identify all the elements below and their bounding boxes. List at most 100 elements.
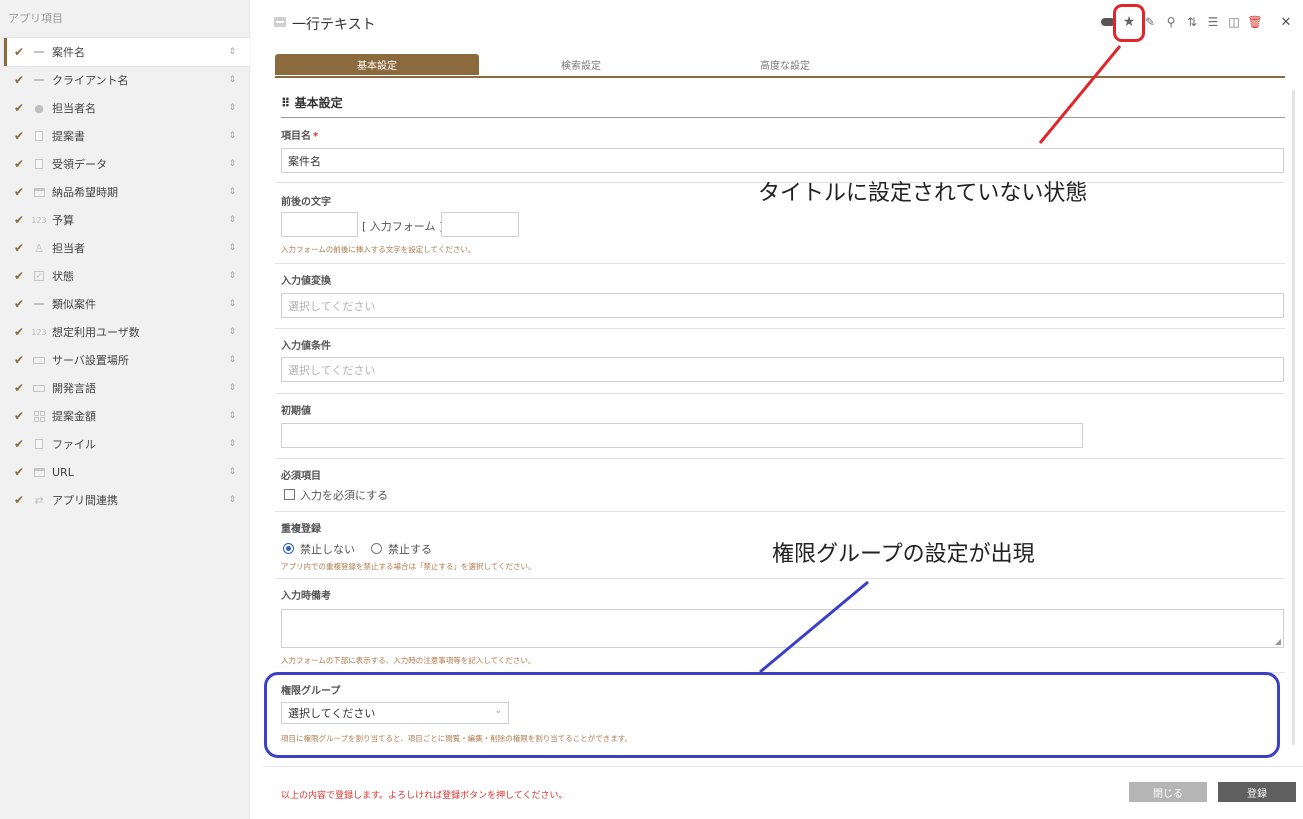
sort-handle-icon[interactable]: ⇕: [228, 271, 236, 281]
document-icon: [32, 439, 46, 449]
sort-handle-icon[interactable]: ⇕: [228, 243, 236, 253]
sidebar-item-5[interactable]: ✔ 納品希望時期 ⇕: [4, 178, 250, 206]
save-button[interactable]: 登録: [1218, 782, 1296, 802]
sidebar-item-label: 納品希望時期: [52, 186, 118, 199]
sidebar-item-label: 受領データ: [52, 158, 107, 171]
sort-handle-icon[interactable]: ⇕: [228, 467, 236, 477]
sort-handle-icon[interactable]: ⇕: [228, 215, 236, 225]
check-icon: ✔: [14, 241, 25, 255]
text-line-icon: [32, 303, 46, 305]
required-mark: *: [313, 131, 319, 142]
required-checkbox[interactable]: [284, 489, 295, 500]
number-icon: 123: [31, 327, 47, 337]
divider: [275, 511, 1285, 512]
sidebar-title: アプリ項目: [8, 12, 63, 25]
footer-divider: [263, 766, 1303, 767]
sidebar-item-14[interactable]: ✔ ファイル ⇕: [4, 430, 250, 458]
tab-search-settings[interactable]: 検索設定: [479, 54, 683, 75]
sort-handle-icon[interactable]: ⇕: [228, 411, 236, 421]
sort-handle-icon[interactable]: ⇕: [228, 187, 236, 197]
note-textarea[interactable]: ◢: [281, 609, 1284, 648]
duplicate-label: 重複登録: [281, 524, 321, 535]
sort-handle-icon[interactable]: ⇕: [228, 299, 236, 309]
sidebar-item-label: 担当者: [52, 242, 85, 255]
scrollbar[interactable]: [1292, 90, 1295, 745]
sort-handle-icon[interactable]: ⇕: [228, 159, 236, 169]
item-name-input[interactable]: 案件名: [281, 148, 1284, 173]
sort-handle-icon[interactable]: ⇕: [228, 327, 236, 337]
sort-handle-icon[interactable]: ⇕: [228, 355, 236, 365]
check-icon: ✔: [14, 409, 25, 423]
check-icon: ✔: [14, 213, 25, 227]
affix-middle-text: [ 入力フォーム ]: [362, 220, 444, 233]
conversion-select[interactable]: 選択してください: [281, 293, 1284, 318]
sidebar-item-15[interactable]: ✔ URL ⇕: [4, 458, 250, 486]
resize-handle-icon[interactable]: ◢: [1275, 637, 1281, 646]
suffix-input[interactable]: [441, 212, 519, 237]
columns-icon[interactable]: ◫: [1224, 12, 1244, 32]
sidebar: アプリ項目 ✔ 案件名 ⇕ ✔ クライアント名 ⇕ ✔ ● 担当者名 ⇕ ✔ 提…: [0, 0, 250, 819]
divider: [275, 328, 1285, 329]
sort-handle-icon[interactable]: ⇕: [228, 75, 236, 85]
document-icon: [32, 131, 46, 141]
sort-handle-icon[interactable]: ⇕: [228, 103, 236, 113]
tab-basic-settings[interactable]: 基本設定: [275, 54, 479, 75]
sort-handle-icon[interactable]: ⇕: [228, 439, 236, 449]
radio-allow-duplicate[interactable]: [283, 543, 294, 554]
sidebar-item-0[interactable]: ✔ 案件名 ⇕: [4, 38, 250, 66]
sidebar-item-label: 状態: [52, 270, 74, 283]
prefix-input[interactable]: [281, 212, 358, 237]
sidebar-item-4[interactable]: ✔ 受領データ ⇕: [4, 150, 250, 178]
condition-select[interactable]: 選択してください: [281, 357, 1284, 382]
sort-icon[interactable]: ⇅: [1182, 12, 1202, 32]
sidebar-item-12[interactable]: ✔ 開発言語 ⇕: [4, 374, 250, 402]
text-line-icon: [32, 51, 46, 53]
radio-forbid-duplicate-label: 禁止する: [388, 543, 432, 556]
sidebar-item-16[interactable]: ✔ ⇄ アプリ間連携 ⇕: [4, 486, 250, 514]
section-title-text: 基本設定: [294, 96, 343, 110]
note-hint: 入力フォームの下部に表示する、入力時の注意事項等を記入してください。: [281, 656, 536, 665]
sidebar-item-13[interactable]: ✔ 提案金額 ⇕: [4, 402, 250, 430]
condition-label: 入力値条件: [281, 341, 331, 352]
annotation-top-text: タイトルに設定されていない状態: [758, 181, 1088, 206]
divider: [275, 578, 1285, 579]
select-icon: [32, 384, 46, 392]
check-icon: ✔: [14, 493, 25, 507]
sidebar-item-label: アプリ間連携: [52, 494, 118, 507]
sort-handle-icon[interactable]: ⇕: [228, 495, 236, 505]
divider: [275, 458, 1285, 459]
divider: [275, 393, 1285, 394]
initial-value-label: 初期値: [281, 406, 311, 417]
trash-icon[interactable]: 🗑: [1245, 12, 1265, 32]
calendar-icon: [32, 187, 46, 197]
sort-handle-icon[interactable]: ⇕: [228, 47, 236, 57]
sort-handle-icon[interactable]: ⇕: [228, 131, 236, 141]
list-icon[interactable]: ☰: [1203, 12, 1223, 32]
check-icon: ✔: [14, 185, 25, 199]
sidebar-item-9[interactable]: ✔ 類似案件 ⇕: [4, 290, 250, 318]
user-icon: ♙: [34, 241, 44, 255]
initial-value-input[interactable]: [281, 423, 1083, 448]
sidebar-item-8[interactable]: ✔ ✓ 状態 ⇕: [4, 262, 250, 290]
text-line-icon: [32, 79, 46, 81]
search-icon[interactable]: ⚲: [1161, 12, 1181, 32]
sort-handle-icon[interactable]: ⇕: [228, 383, 236, 393]
close-icon[interactable]: ✕: [1276, 12, 1296, 32]
check-icon: ✔: [14, 73, 25, 87]
sidebar-item-label: 開発言語: [52, 382, 96, 395]
check-icon: ✔: [14, 353, 25, 367]
radio-forbid-duplicate[interactable]: [371, 543, 382, 554]
tab-bar: 基本設定 検索設定 高度な設定: [275, 54, 887, 75]
sidebar-item-3[interactable]: ✔ 提案書 ⇕: [4, 122, 250, 150]
sidebar-item-10[interactable]: ✔ 123 想定利用ユーザ数 ⇕: [4, 318, 250, 346]
sidebar-item-6[interactable]: ✔ 123 予算 ⇕: [4, 206, 250, 234]
sidebar-item-11[interactable]: ✔ サーバ設置場所 ⇕: [4, 346, 250, 374]
sidebar-item-2[interactable]: ✔ ● 担当者名 ⇕: [4, 94, 250, 122]
person-icon: ●: [34, 101, 44, 115]
section-title: ⠿ 基本設定: [281, 96, 343, 110]
sidebar-item-1[interactable]: ✔ クライアント名 ⇕: [4, 66, 250, 94]
sidebar-item-7[interactable]: ✔ ♙ 担当者 ⇕: [4, 234, 250, 262]
tab-advanced-settings[interactable]: 高度な設定: [683, 54, 887, 75]
conversion-label: 入力値変換: [281, 276, 331, 287]
close-button[interactable]: 閉じる: [1129, 782, 1207, 802]
